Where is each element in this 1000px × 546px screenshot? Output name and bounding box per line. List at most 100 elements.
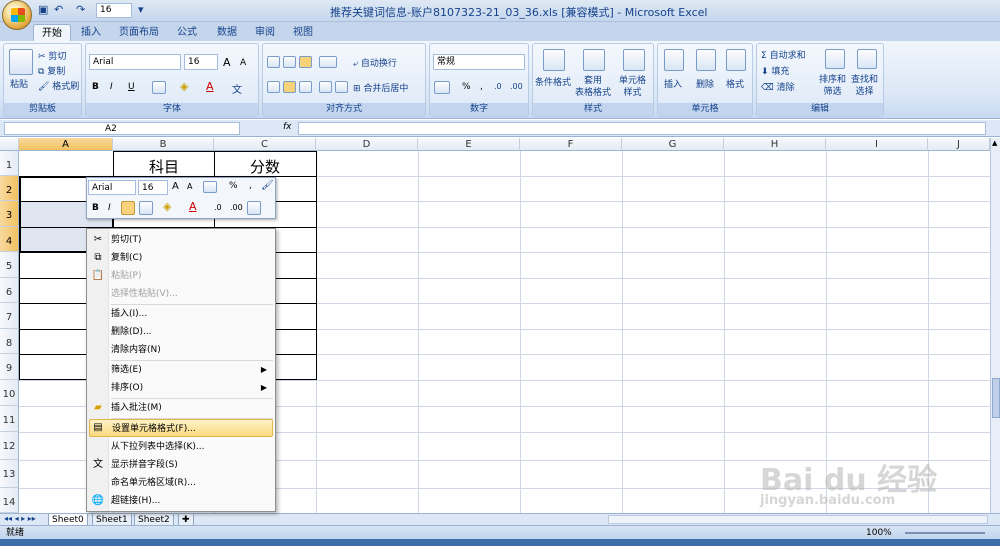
menu-item-sort[interactable]: 排序(O) ▶ bbox=[111, 379, 273, 397]
menu-item-paste-special[interactable]: 选择性粘贴(V)... bbox=[111, 285, 273, 303]
paste-icon[interactable] bbox=[9, 49, 33, 75]
font-name-box[interactable]: Arial bbox=[89, 54, 181, 70]
font-size-box[interactable]: 16 bbox=[184, 54, 218, 70]
insert-button[interactable]: 插入 bbox=[664, 77, 682, 90]
fill-color-icon[interactable]: ◈ bbox=[180, 80, 188, 93]
undo-icon[interactable]: ↶ bbox=[54, 3, 66, 19]
horizontal-scrollbar[interactable] bbox=[608, 515, 988, 524]
insert-cells-icon[interactable] bbox=[664, 49, 684, 71]
align-right-icon[interactable] bbox=[299, 81, 312, 93]
align-middle-icon[interactable] bbox=[283, 56, 296, 68]
cell-styles-icon[interactable] bbox=[623, 49, 645, 71]
mini-format-painter-icon[interactable]: 🖌 bbox=[261, 180, 274, 191]
menu-item-insert[interactable]: 插入(I)... bbox=[111, 305, 273, 323]
mini-comma-button[interactable]: , bbox=[249, 181, 252, 191]
paste-button[interactable]: 粘贴 bbox=[10, 77, 28, 90]
sort-filter-button[interactable]: 排序和 筛选 bbox=[819, 74, 846, 98]
merge-center-button[interactable]: ⊞ 合并后居中 bbox=[353, 81, 408, 94]
delete-cells-icon[interactable] bbox=[696, 49, 716, 71]
italic-button[interactable]: I bbox=[110, 82, 113, 92]
column-header-b[interactable]: B bbox=[113, 138, 214, 151]
column-header-j[interactable]: J bbox=[928, 138, 990, 151]
border-icon[interactable] bbox=[152, 81, 166, 94]
decrease-decimal-icon[interactable]: .00 bbox=[510, 82, 523, 91]
mini-bold-button[interactable]: B bbox=[92, 203, 99, 213]
find-select-button[interactable]: 查找和 选择 bbox=[851, 74, 878, 98]
row-header-10[interactable]: 10 bbox=[0, 380, 19, 406]
row-header-9[interactable]: 9 bbox=[0, 354, 19, 380]
insert-function-icon[interactable]: fx bbox=[283, 122, 297, 135]
font-color-icon[interactable]: A bbox=[206, 80, 214, 93]
name-box[interactable]: A2 bbox=[4, 122, 240, 135]
mini-font-size-box[interactable]: 16 bbox=[138, 180, 168, 195]
mini-merge-icon[interactable] bbox=[247, 201, 261, 215]
align-center-icon[interactable] bbox=[283, 81, 296, 93]
column-header-g[interactable]: G bbox=[622, 138, 724, 151]
menu-item-filter[interactable]: 筛选(E) ▶ bbox=[111, 361, 273, 379]
mini-font-name-box[interactable]: Arial bbox=[88, 180, 136, 195]
wrap-text-button[interactable]: ⤶ 自动换行 bbox=[353, 56, 397, 69]
increase-indent-icon[interactable] bbox=[335, 81, 348, 93]
copy-button[interactable]: ⧉ 复制 bbox=[38, 64, 65, 77]
find-select-icon[interactable] bbox=[857, 49, 877, 69]
mini-increase-decimal-button[interactable]: .0 bbox=[214, 203, 222, 212]
format-as-table-button[interactable]: 套用 表格格式 bbox=[575, 75, 611, 99]
cell-b1[interactable]: 科目 bbox=[114, 156, 214, 177]
tab-home[interactable]: 开始 bbox=[33, 24, 71, 42]
menu-item-pick-from-list[interactable]: 从下拉列表中选择(K)... bbox=[111, 438, 273, 456]
mini-currency-icon[interactable] bbox=[203, 181, 217, 193]
menu-item-clear-contents[interactable]: 清除内容(N) bbox=[111, 341, 273, 359]
format-button[interactable]: 格式 bbox=[726, 77, 744, 90]
office-button[interactable] bbox=[2, 0, 32, 30]
autosum-button[interactable]: Σ 自动求和 bbox=[761, 48, 806, 61]
format-as-table-icon[interactable] bbox=[583, 49, 605, 71]
zoom-level[interactable]: 100% bbox=[866, 526, 892, 540]
number-format-box[interactable]: 常规 bbox=[433, 54, 525, 70]
format-painter-button[interactable]: 🖌 格式刷 bbox=[38, 79, 79, 92]
cell-styles-button[interactable]: 单元格 样式 bbox=[619, 75, 646, 99]
menu-item-show-phonetic[interactable]: 显示拼音字段(S) bbox=[111, 456, 273, 474]
cell-c1[interactable]: 分数 bbox=[215, 156, 315, 177]
customize-qat-icon[interactable]: ▾ bbox=[138, 3, 148, 19]
column-header-d[interactable]: D bbox=[316, 138, 418, 151]
bold-button[interactable]: B bbox=[92, 82, 99, 92]
grow-font-button[interactable]: A bbox=[223, 56, 231, 69]
orientation-icon[interactable] bbox=[319, 56, 337, 68]
tab-page-layout[interactable]: 页面布局 bbox=[114, 24, 164, 42]
mini-percent-button[interactable]: % bbox=[229, 181, 238, 191]
align-bottom-icon[interactable] bbox=[299, 56, 312, 68]
delete-button[interactable]: 删除 bbox=[696, 77, 714, 90]
column-header-i[interactable]: I bbox=[826, 138, 928, 151]
sort-filter-icon[interactable] bbox=[825, 49, 845, 69]
row-header-6[interactable]: 6 bbox=[0, 278, 19, 303]
redo-icon[interactable]: ↷ bbox=[76, 3, 88, 19]
tab-formulas[interactable]: 公式 bbox=[170, 24, 204, 42]
scroll-thumb[interactable] bbox=[992, 378, 1000, 418]
formula-input[interactable] bbox=[298, 122, 986, 135]
align-top-icon[interactable] bbox=[267, 56, 280, 68]
row-header-2[interactable]: 2 bbox=[0, 176, 19, 201]
zoom-slider[interactable] bbox=[905, 532, 985, 534]
mini-border-icon[interactable] bbox=[139, 201, 153, 215]
mini-shrink-font-icon[interactable]: A bbox=[187, 182, 192, 191]
row-header-5[interactable]: 5 bbox=[0, 252, 19, 278]
row-header-1[interactable]: 1 bbox=[0, 151, 19, 176]
row-header-14[interactable]: 14 bbox=[0, 488, 19, 513]
tab-view[interactable]: 视图 bbox=[286, 24, 320, 42]
scroll-up-icon[interactable]: ▲ bbox=[992, 139, 1000, 147]
cut-button[interactable]: ✂ 剪切 bbox=[38, 49, 66, 62]
mini-font-color-icon[interactable]: A bbox=[189, 200, 197, 213]
format-cells-ribbon-icon[interactable] bbox=[726, 49, 746, 71]
phonetic-ribbon-icon[interactable]: 文 bbox=[232, 81, 242, 96]
menu-item-cut[interactable]: 剪切(T) bbox=[111, 231, 273, 249]
clear-button[interactable]: ⌫ 清除 bbox=[761, 80, 795, 93]
menu-item-insert-comment[interactable]: 插入批注(M) bbox=[111, 399, 273, 417]
tab-data[interactable]: 数据 bbox=[210, 24, 244, 42]
row-header-4[interactable]: 4 bbox=[0, 227, 19, 252]
save-icon[interactable]: ▣ bbox=[38, 3, 50, 19]
align-left-icon[interactable] bbox=[267, 81, 280, 93]
comma-button[interactable]: , bbox=[480, 82, 483, 92]
percent-button[interactable]: % bbox=[462, 82, 471, 92]
shrink-font-button[interactable]: A bbox=[240, 58, 246, 68]
menu-item-name-range[interactable]: 命名单元格区域(R)... bbox=[111, 474, 273, 492]
